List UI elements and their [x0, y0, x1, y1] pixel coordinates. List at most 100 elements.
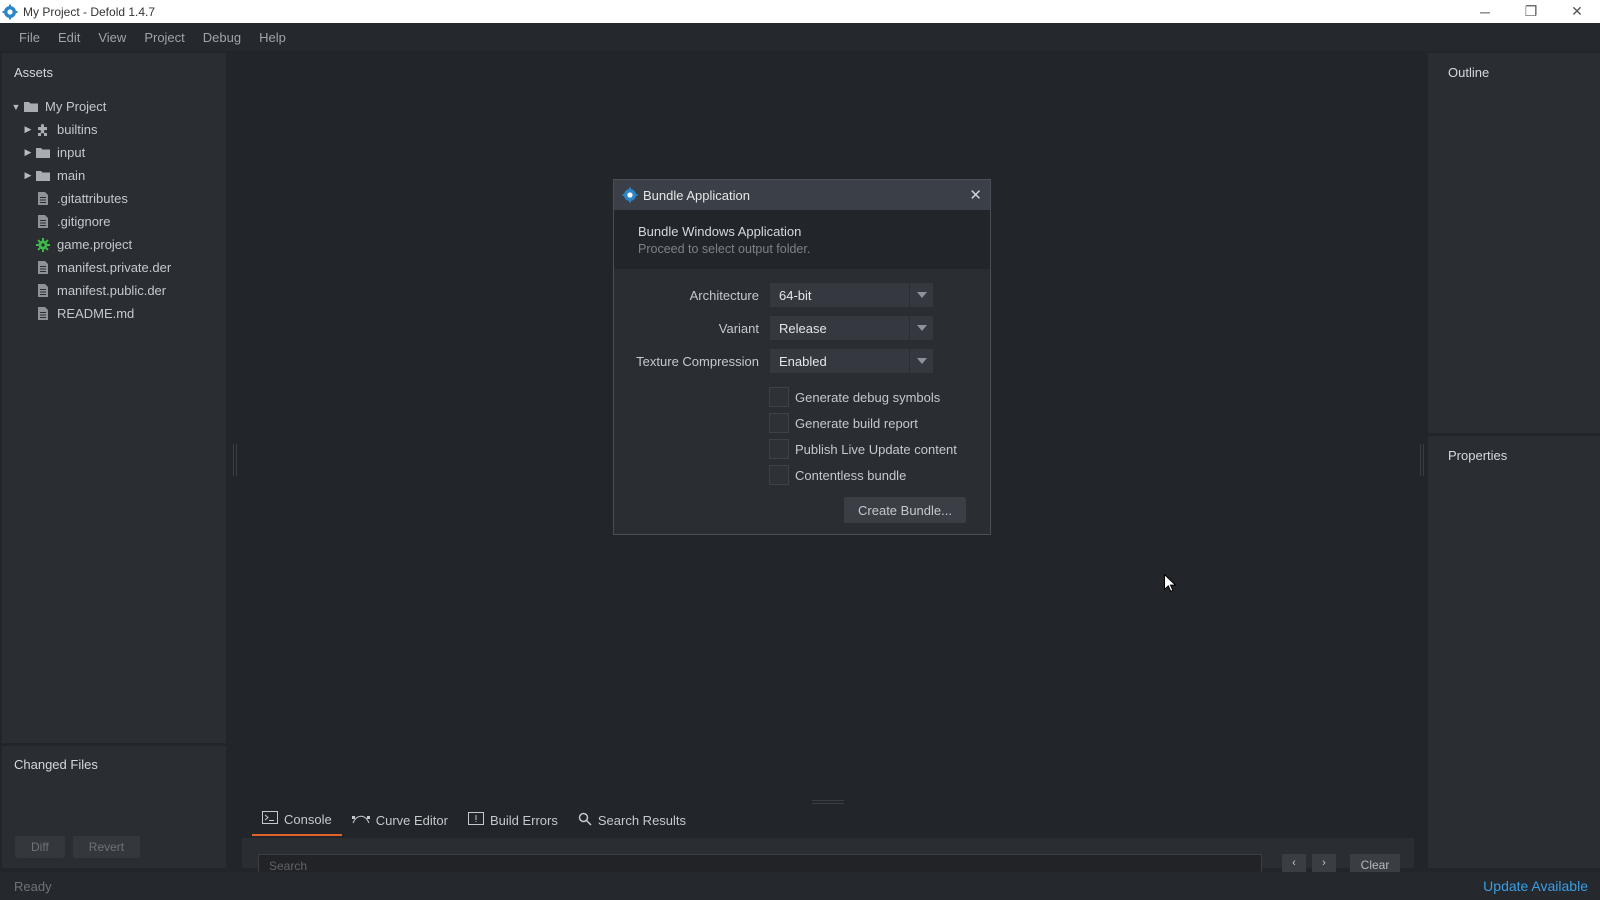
close-window-button[interactable]: ✕ [1554, 0, 1600, 23]
build-report-option: Generate build report [769, 413, 918, 433]
restore-button[interactable]: ❐ [1508, 0, 1554, 23]
status-text: Ready [14, 878, 52, 894]
console-search-input[interactable]: Search [258, 854, 1262, 874]
texture-compression-select[interactable]: Enabled [769, 348, 934, 374]
menu-edit[interactable]: Edit [49, 30, 89, 45]
title-bar: My Project - Defold 1.4.7 ─ ❐ ✕ [0, 0, 1600, 23]
texture-compression-row: Texture Compression Enabled [614, 348, 992, 374]
bottom-panel: Console Curve Editor Build Errors Search… [242, 804, 1414, 874]
texture-compression-value: Enabled [779, 353, 827, 369]
dialog-heading: Bundle Windows Application [638, 224, 802, 239]
variant-select[interactable]: Release [769, 315, 934, 341]
tree-item-builtins[interactable]: ▶ builtins [2, 118, 226, 141]
expand-arrow-icon[interactable]: ▶ [22, 124, 34, 135]
expand-arrow-icon[interactable]: ▼ [10, 102, 22, 112]
defold-logo-icon [622, 187, 638, 203]
architecture-value: 64-bit [779, 287, 812, 303]
dialog-close-button[interactable]: ✕ [969, 186, 982, 204]
menu-project[interactable]: Project [135, 30, 193, 45]
bottom-tabs: Console Curve Editor Build Errors Search… [242, 804, 1414, 836]
tab-label: Search Results [597, 812, 687, 828]
expand-arrow-icon[interactable]: ▶ [22, 147, 34, 158]
bundle-application-dialog: Bundle Application ✕ Bundle Windows Appl… [613, 179, 991, 535]
tree-item-label: main [57, 168, 86, 183]
tree-item-my-project[interactable]: ▼ My Project [2, 95, 226, 118]
file-icon [34, 284, 52, 298]
dialog-title: Bundle Application [643, 187, 750, 203]
chevron-down-icon[interactable] [909, 349, 933, 373]
expand-arrow-icon[interactable]: ▶ [22, 170, 34, 181]
tree-item-manifest-public[interactable]: manifest.public.der [2, 279, 226, 302]
outline-header: Outline [1448, 64, 1490, 80]
revert-button[interactable]: Revert [72, 836, 141, 858]
tab-label: Console [284, 811, 332, 827]
dialog-subheading: Proceed to select output folder. [638, 242, 811, 256]
curve-icon [351, 813, 370, 828]
error-icon [467, 812, 484, 828]
gear-icon [34, 237, 52, 252]
tab-curve-editor[interactable]: Curve Editor [342, 804, 458, 836]
console-toolbar: Search ‹ › Clear [242, 838, 1414, 874]
tree-item-label: README.md [57, 306, 135, 321]
asset-tree: ▼ My Project ▶ builtins ▶ input ▶ main .… [2, 91, 226, 325]
file-icon [34, 192, 52, 206]
tree-item-gitattributes[interactable]: .gitattributes [2, 187, 226, 210]
next-match-button[interactable]: › [1312, 854, 1336, 872]
diff-button[interactable]: Diff [15, 836, 65, 858]
window-controls: ─ ❐ ✕ [1462, 0, 1600, 23]
tree-item-label: .gitattributes [57, 191, 128, 206]
texture-compression-label: Texture Compression [636, 353, 759, 369]
variant-row: Variant Release [614, 315, 992, 341]
tab-build-errors[interactable]: Build Errors [458, 804, 568, 836]
folder-icon [34, 146, 52, 160]
live-update-option: Publish Live Update content [769, 439, 957, 459]
tree-item-main[interactable]: ▶ main [2, 164, 226, 187]
menu-bar: File Edit View Project Debug Help [0, 23, 1600, 51]
checkbox-label: Contentless bundle [795, 467, 907, 483]
previous-match-button[interactable]: ‹ [1282, 854, 1306, 872]
left-splitter-handle[interactable] [233, 444, 237, 476]
menu-file[interactable]: File [10, 30, 49, 45]
debug-symbols-checkbox[interactable] [769, 387, 789, 407]
file-icon [34, 261, 52, 275]
changed-files-actions: Diff Revert [15, 836, 141, 858]
menu-debug[interactable]: Debug [194, 30, 250, 45]
build-report-checkbox[interactable] [769, 413, 789, 433]
tree-item-label: manifest.private.der [57, 260, 172, 275]
minimize-button[interactable]: ─ [1462, 0, 1508, 23]
defold-logo-icon [2, 4, 18, 19]
tree-item-game-project[interactable]: game.project [2, 233, 226, 256]
create-bundle-button[interactable]: Create Bundle... [844, 497, 966, 523]
changed-files-panel: Changed Files Diff Revert [2, 746, 226, 868]
contentless-bundle-option: Contentless bundle [769, 465, 906, 485]
tab-search-results[interactable]: Search Results [568, 804, 696, 836]
dialog-titlebar: Bundle Application ✕ [614, 180, 990, 210]
tree-item-gitignore[interactable]: .gitignore [2, 210, 226, 233]
tree-item-label: manifest.public.der [57, 283, 167, 298]
tree-item-label: game.project [57, 237, 133, 252]
search-icon [578, 812, 592, 829]
debug-symbols-option: Generate debug symbols [769, 387, 940, 407]
tab-console[interactable]: Console [252, 804, 342, 836]
tree-item-input[interactable]: ▶ input [2, 141, 226, 164]
contentless-bundle-checkbox[interactable] [769, 465, 789, 485]
properties-header: Properties [1448, 447, 1508, 463]
right-splitter-handle[interactable] [1420, 444, 1424, 476]
checkbox-label: Publish Live Update content [795, 441, 957, 457]
tree-item-label: My Project [45, 99, 107, 114]
chevron-down-icon[interactable] [909, 316, 933, 340]
chevron-down-icon[interactable] [909, 283, 933, 307]
status-bar: Ready Update Available [0, 872, 1600, 900]
file-icon [34, 307, 52, 321]
menu-view[interactable]: View [89, 30, 135, 45]
live-update-checkbox[interactable] [769, 439, 789, 459]
architecture-select[interactable]: 64-bit [769, 282, 934, 308]
update-available-link[interactable]: Update Available [1483, 878, 1588, 894]
tree-item-readme[interactable]: README.md [2, 302, 226, 325]
assets-panel: Assets ▼ My Project ▶ builtins ▶ input ▶… [2, 53, 226, 743]
tab-label: Curve Editor [375, 812, 448, 828]
menu-help[interactable]: Help [250, 30, 295, 45]
tree-item-label: input [57, 145, 86, 160]
tree-item-manifest-private[interactable]: manifest.private.der [2, 256, 226, 279]
clear-console-button[interactable]: Clear [1350, 854, 1400, 872]
